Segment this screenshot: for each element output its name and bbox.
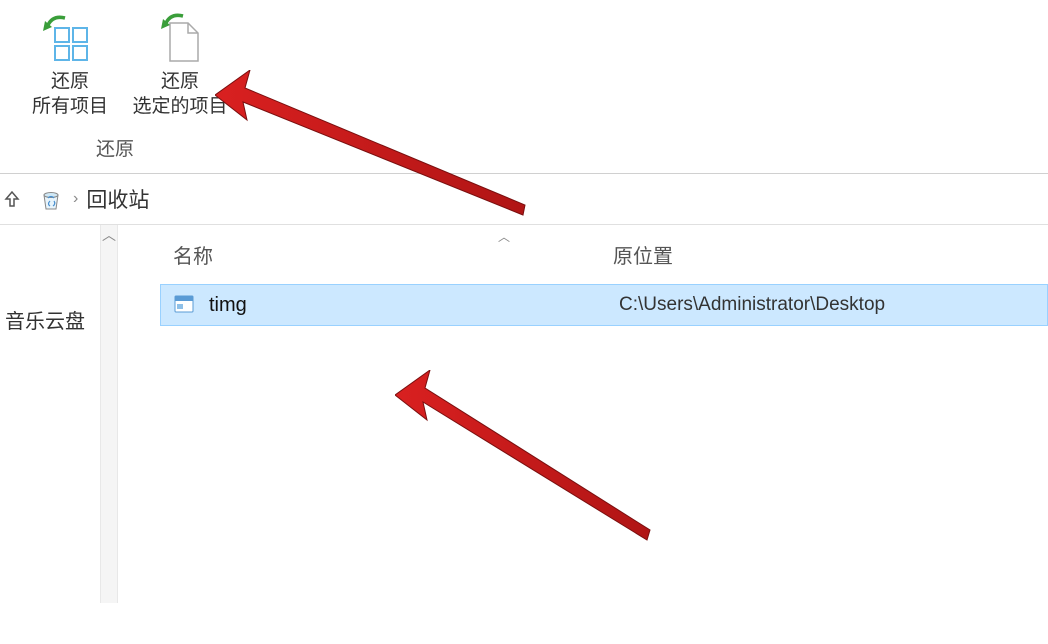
- breadcrumb: › 回收站: [0, 174, 1048, 225]
- scrollbar[interactable]: ︿: [100, 225, 118, 603]
- breadcrumb-separator: ›: [73, 190, 78, 208]
- restore-selected-label: 还原 选定的项目: [132, 70, 227, 119]
- restore-all-icon: [40, 10, 100, 65]
- restore-selected-button[interactable]: 还原 选定的项目: [130, 5, 230, 124]
- up-arrow-button[interactable]: [0, 187, 24, 211]
- column-header-location[interactable]: 原位置: [613, 240, 1048, 269]
- sort-indicator-icon[interactable]: ︿: [498, 228, 510, 245]
- ribbon-group-label: 还原: [0, 124, 230, 173]
- file-location: C:\Users\Administrator\Desktop: [619, 294, 885, 316]
- column-header-name[interactable]: 名称: [173, 240, 613, 269]
- ribbon-toolbar: 还原 所有项目 还原 选定的项目 还原: [0, 0, 1048, 174]
- sidebar-item-music-cloud[interactable]: 音乐云盘: [0, 300, 100, 339]
- scrollbar-up-icon: ︿: [101, 225, 117, 245]
- sidebar: 音乐云盘: [0, 225, 100, 603]
- file-row[interactable]: timg C:\Users\Administrator\Desktop: [160, 284, 1048, 326]
- file-list-panel: ︿ 名称 原位置 timg C:\Users\Administrator\Des…: [118, 225, 1048, 603]
- breadcrumb-location[interactable]: 回收站: [86, 184, 149, 214]
- restore-all-button[interactable]: 还原 所有项目: [20, 5, 120, 124]
- restore-all-label: 还原 所有项目: [32, 70, 108, 119]
- file-icon: [173, 293, 197, 317]
- column-headers: ︿ 名称 原位置: [118, 225, 1048, 284]
- restore-selected-icon: [150, 10, 210, 65]
- recycle-bin-icon: [37, 185, 65, 213]
- file-name: timg: [209, 294, 619, 317]
